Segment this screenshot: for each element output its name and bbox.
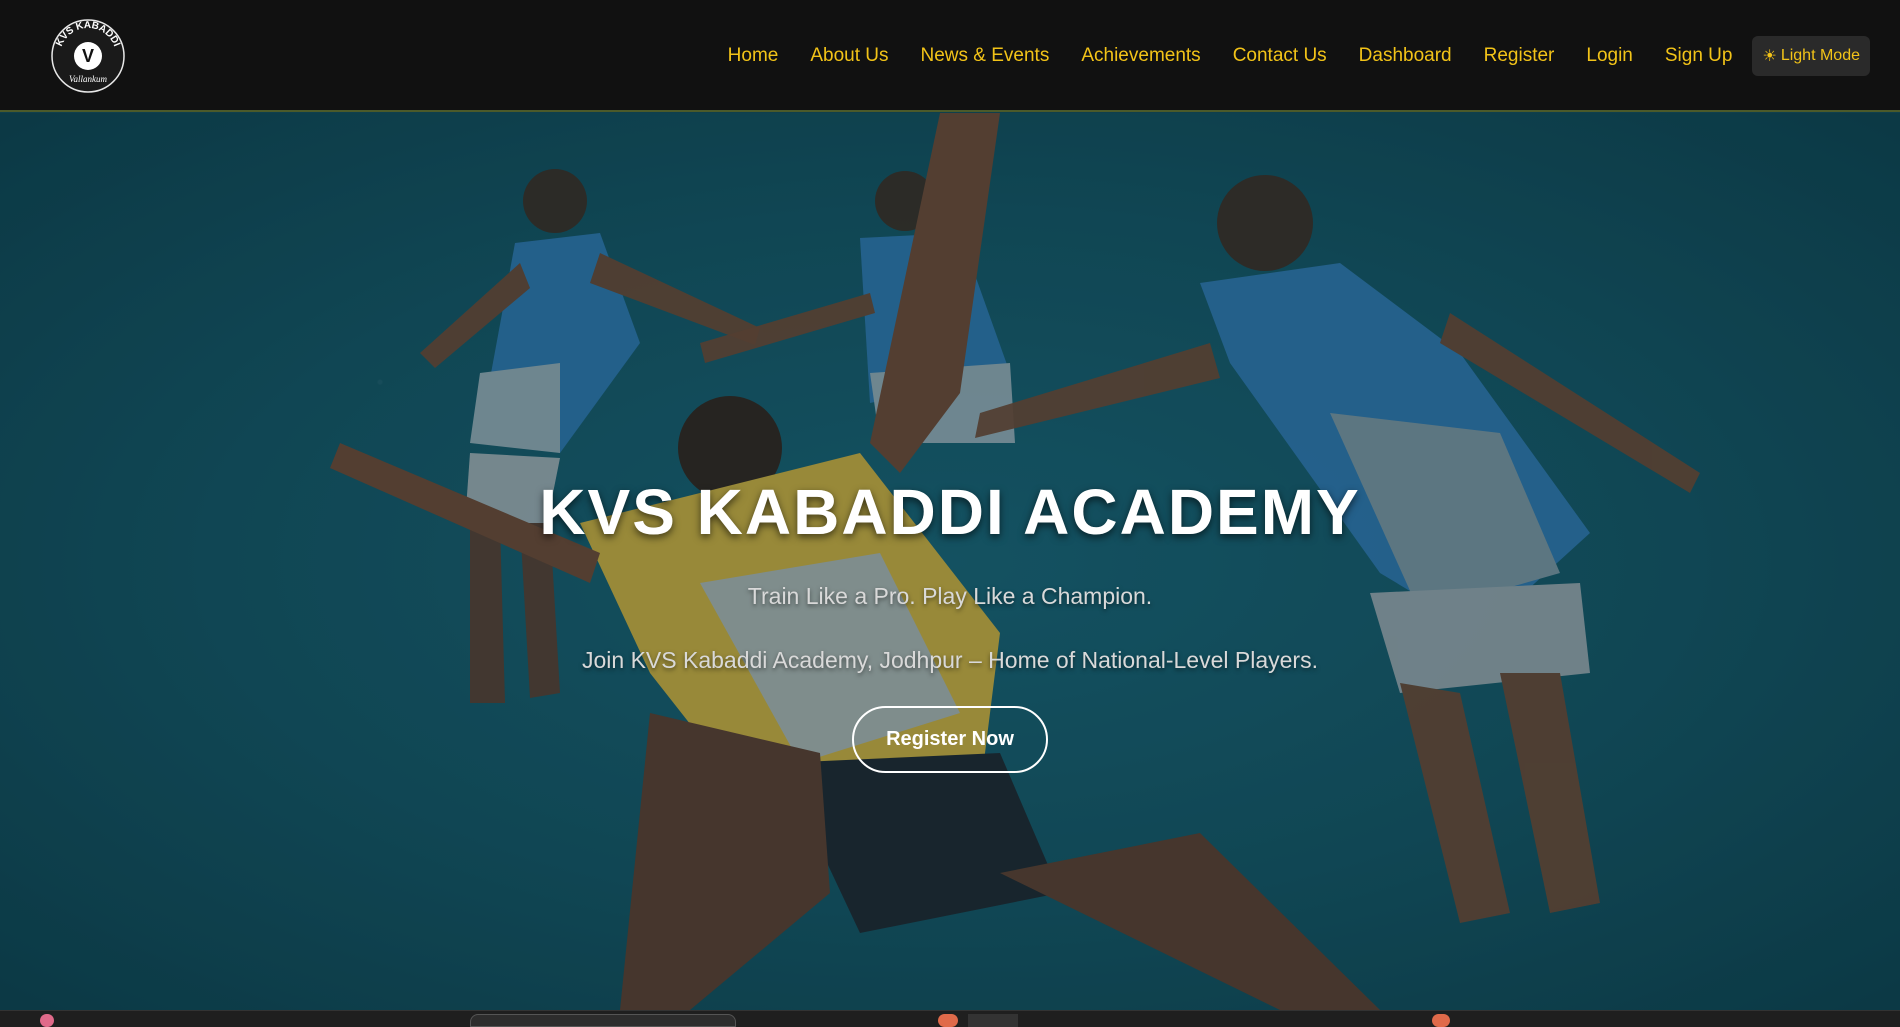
nav-about-us[interactable]: About Us	[810, 45, 888, 67]
os-taskbar	[0, 1010, 1900, 1027]
light-mode-toggle[interactable]: ☀ Light Mode	[1752, 36, 1870, 76]
hero-tagline: Train Like a Pro. Play Like a Champion.	[747, 583, 1153, 609]
taskbar-pinned-icon[interactable]	[1432, 1014, 1450, 1027]
cta-container: Register Now	[0, 706, 1900, 773]
nav-dashboard[interactable]: Dashboard	[1359, 45, 1452, 67]
nav-login[interactable]: Login	[1586, 45, 1633, 67]
register-now-button[interactable]: Register Now	[852, 706, 1048, 773]
nav-sign-up[interactable]: Sign Up	[1665, 45, 1733, 67]
taskbar-browser-icon[interactable]	[938, 1014, 958, 1027]
academy-logo[interactable]: KVS KABADDI V Vallankum	[50, 18, 126, 94]
taskbar-search-box[interactable]	[470, 1014, 736, 1027]
nav-achievements[interactable]: Achievements	[1081, 45, 1200, 67]
kabaddi-players-illustration	[0, 113, 1900, 1010]
nav-news-events[interactable]: News & Events	[921, 45, 1050, 67]
svg-text:V: V	[82, 46, 94, 66]
nav-home[interactable]: Home	[728, 45, 779, 67]
taskbar-window-button[interactable]	[968, 1014, 1018, 1027]
navbar: KVS KABADDI V Vallankum Home About Us Ne…	[0, 0, 1900, 112]
taskbar-app-icon[interactable]	[40, 1014, 54, 1027]
hero-subtitle: Join KVS Kabaddi Academy, Jodhpur – Home…	[582, 647, 1318, 673]
hero-section: KVS KABADDI ACADEMY Train Like a Pro. Pl…	[0, 113, 1900, 1010]
sun-icon: ☀	[1762, 48, 1777, 65]
hero-title: KVS KABADDI ACADEMY	[539, 476, 1361, 548]
nav-register[interactable]: Register	[1484, 45, 1555, 67]
light-mode-label: Light Mode	[1780, 47, 1860, 64]
svg-text:Vallankum: Vallankum	[69, 74, 107, 84]
main-nav: Home About Us News & Events Achievements…	[728, 36, 1870, 76]
nav-contact-us[interactable]: Contact Us	[1233, 45, 1327, 67]
